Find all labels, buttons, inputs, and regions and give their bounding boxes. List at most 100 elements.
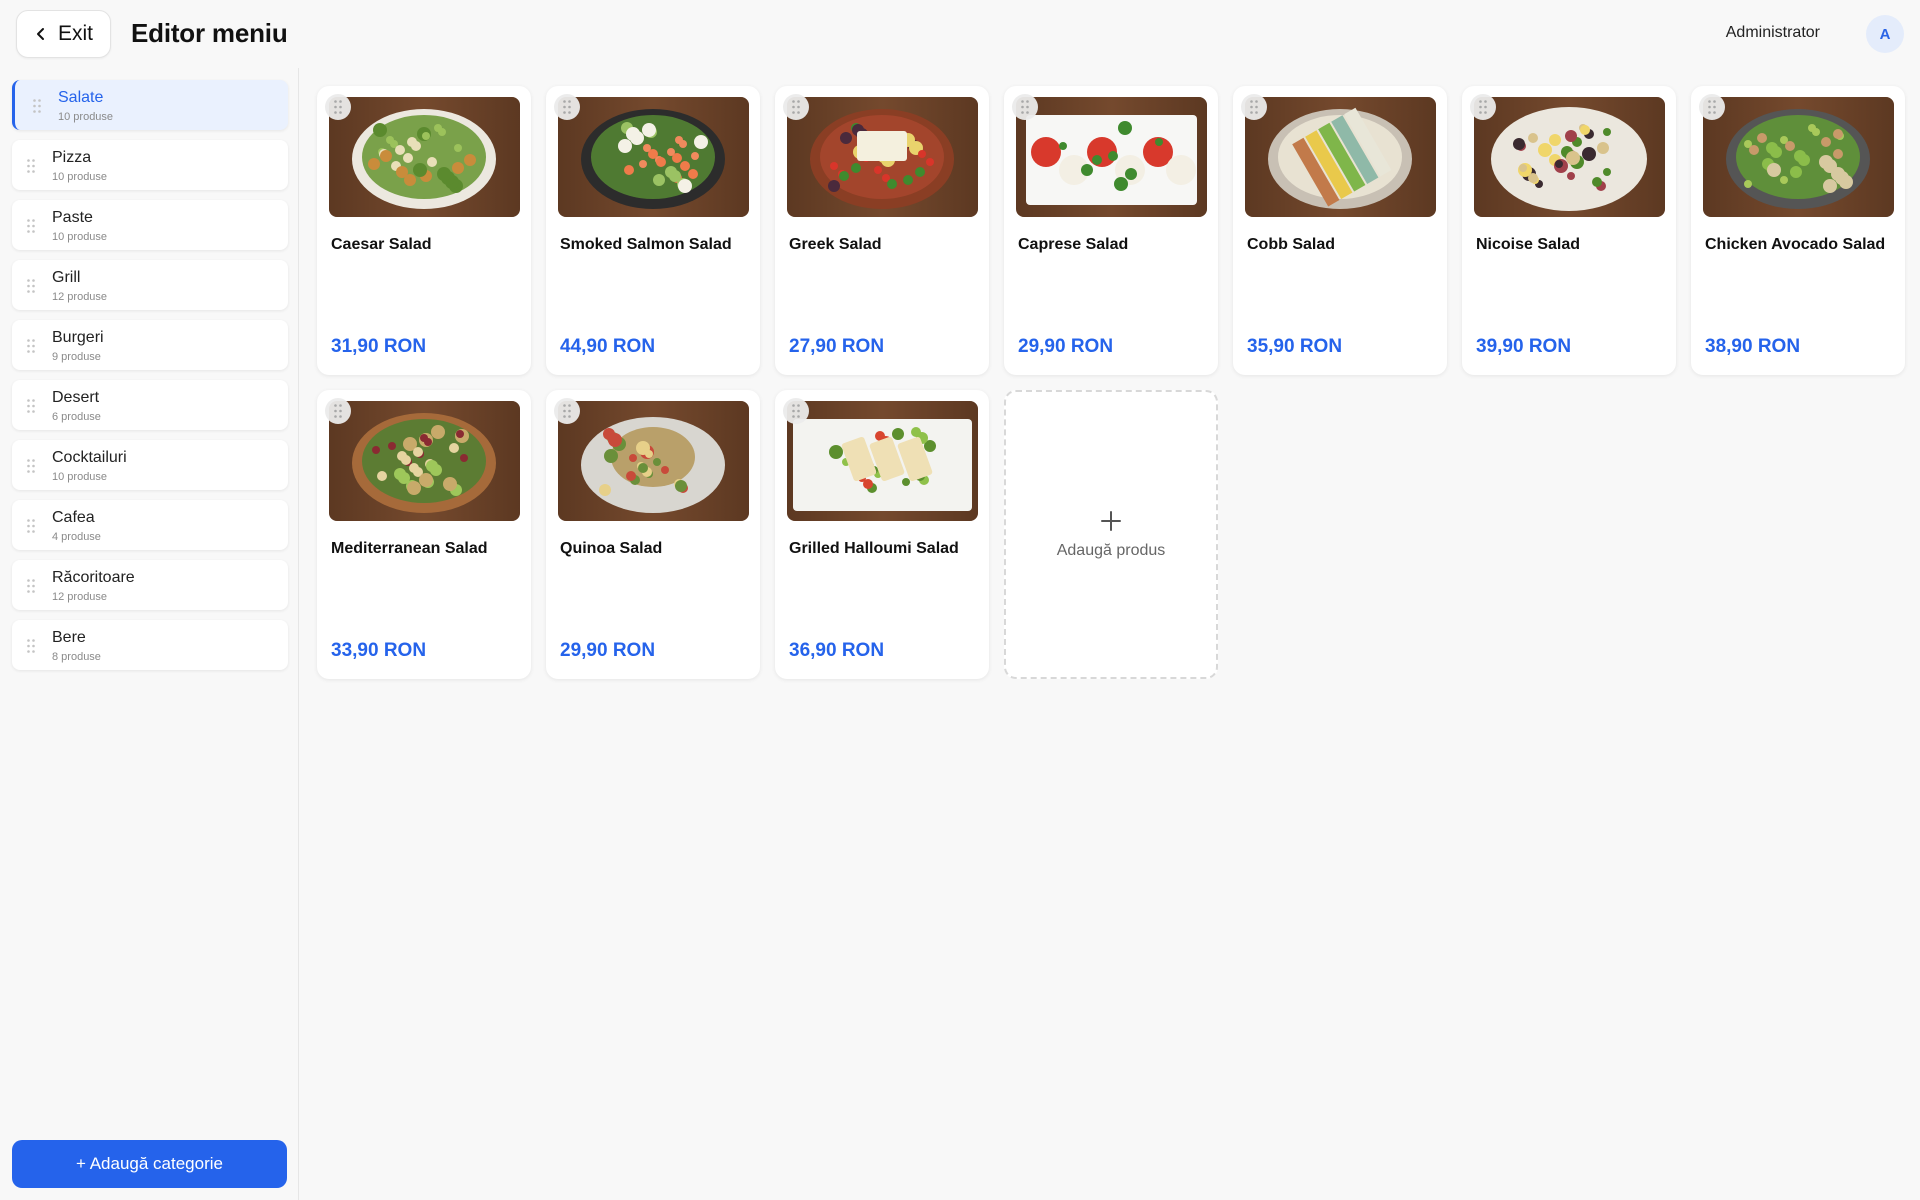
category-name: Cafea	[52, 509, 95, 526]
product-name: Caprese Salad	[1018, 236, 1129, 253]
category-name: Desert	[52, 389, 100, 406]
category-count: 12 produse	[52, 291, 108, 303]
smoked-salmon-salad-photo	[558, 97, 749, 217]
product-name: Caesar Salad	[331, 236, 432, 253]
category-count: 10 produse	[52, 231, 108, 243]
drag-handle-icon[interactable]	[26, 458, 36, 474]
avatar[interactable]: A	[1866, 15, 1904, 53]
product-name: Smoked Salmon Salad	[560, 236, 732, 253]
drag-handle-icon[interactable]	[26, 638, 36, 654]
drag-handle-icon[interactable]	[32, 98, 42, 114]
product-price: 38,90 RON	[1705, 336, 1801, 357]
product-price: 29,90 RON	[560, 640, 656, 661]
product-card[interactable]: Smoked Salmon Salad 44,90 RON	[546, 86, 760, 375]
drag-handle-icon[interactable]	[1241, 94, 1267, 120]
sidebar-item-cafea[interactable]: Cafea 4 produse	[12, 500, 288, 550]
category-count: 10 produse	[52, 171, 108, 183]
product-card[interactable]: Quinoa Salad 29,90 RON	[546, 390, 760, 679]
product-price: 39,90 RON	[1476, 336, 1572, 357]
sidebar-item-cocktailuri[interactable]: Cocktailuri 10 produse	[12, 440, 288, 490]
product-price: 35,90 RON	[1247, 336, 1343, 357]
category-name: Pizza	[52, 149, 92, 166]
chicken-avocado-salad-photo	[1703, 97, 1894, 217]
product-card[interactable]: Caprese Salad 29,90 RON	[1004, 86, 1218, 375]
product-card[interactable]: Nicoise Salad 39,90 RON	[1462, 86, 1676, 375]
page-title: Editor meniu	[131, 18, 288, 48]
sidebar-item-salate[interactable]: Salate 10 produse	[12, 80, 288, 130]
product-card[interactable]: Chicken Avocado Salad 38,90 RON	[1691, 86, 1905, 375]
product-price: 27,90 RON	[789, 336, 885, 357]
product-price: 44,90 RON	[560, 336, 656, 357]
product-card[interactable]: Cobb Salad 35,90 RON	[1233, 86, 1447, 375]
product-card[interactable]: Caesar Salad 31,90 RON	[317, 86, 531, 375]
exit-label: Exit	[57, 22, 93, 45]
category-name: Paste	[52, 209, 93, 226]
category-name: Răcoritoare	[52, 569, 135, 586]
grilled-halloumi-salad-photo	[787, 401, 978, 521]
sidebar-item-burgeri[interactable]: Burgeri 9 produse	[12, 320, 288, 370]
drag-handle-icon[interactable]	[783, 94, 809, 120]
category-name: Cocktailuri	[52, 449, 127, 466]
drag-handle-icon[interactable]	[1012, 94, 1038, 120]
add-category-button[interactable]: + Adaugă categorie	[12, 1140, 287, 1188]
drag-handle-icon[interactable]	[26, 578, 36, 594]
exit-button[interactable]: Exit	[16, 10, 111, 58]
greek-salad-photo	[787, 97, 978, 217]
product-name: Cobb Salad	[1247, 236, 1336, 253]
drag-handle-icon[interactable]	[26, 218, 36, 234]
drag-handle-icon[interactable]	[1470, 94, 1496, 120]
drag-handle-icon[interactable]	[1699, 94, 1725, 120]
top-bar: Exit Editor meniu Administrator A	[0, 0, 1920, 68]
add-product-label: Adaugă produs	[1056, 541, 1166, 559]
product-name: Greek Salad	[789, 236, 882, 253]
nicoise-salad-photo	[1474, 97, 1665, 217]
plus-icon	[1101, 510, 1121, 531]
category-count: 4 produse	[52, 531, 101, 543]
category-count: 10 produse	[52, 471, 108, 483]
sidebar-item-paste[interactable]: Paste 10 produse	[12, 200, 288, 250]
user-name: Administrator	[1725, 24, 1820, 41]
caprese-salad-photo	[1016, 97, 1207, 217]
product-card[interactable]: Mediterranean Salad 33,90 RON	[317, 390, 531, 679]
drag-handle-icon[interactable]	[554, 94, 580, 120]
product-name: Mediterranean Salad	[331, 540, 488, 557]
product-price: 31,90 RON	[331, 336, 427, 357]
sidebar-item-bere[interactable]: Bere 8 produse	[12, 620, 288, 670]
product-name: Chicken Avocado Salad	[1705, 236, 1886, 253]
product-name: Quinoa Salad	[560, 540, 663, 557]
category-name: Bere	[52, 629, 86, 646]
drag-handle-icon[interactable]	[325, 94, 351, 120]
caesar-salad-photo	[329, 97, 520, 217]
product-name: Nicoise Salad	[1476, 236, 1581, 253]
category-count: 10 produse	[58, 111, 114, 123]
drag-handle-icon[interactable]	[26, 158, 36, 174]
product-price: 33,90 RON	[331, 640, 427, 661]
category-sidebar: Salate 10 produse Pizza 10 produse Paste 10…	[0, 68, 299, 1200]
category-name: Burgeri	[52, 329, 104, 346]
drag-handle-icon[interactable]	[783, 398, 809, 424]
sidebar-item-grill[interactable]: Grill 12 produse	[12, 260, 288, 310]
cobb-salad-photo	[1245, 97, 1436, 217]
sidebar-item-pizza[interactable]: Pizza 10 produse	[12, 140, 288, 190]
category-count: 8 produse	[52, 651, 101, 663]
quinoa-salad-photo	[558, 401, 749, 521]
product-card[interactable]: Grilled Halloumi Salad 36,90 RON	[775, 390, 989, 679]
drag-handle-icon[interactable]	[26, 398, 36, 414]
sidebar-item-răcoritoare[interactable]: Răcoritoare 12 produse	[12, 560, 288, 610]
product-card[interactable]: Greek Salad 27,90 RON	[775, 86, 989, 375]
product-grid: Caesar Salad 31,90 RON Smoked Salmon Sala…	[317, 86, 1907, 679]
drag-handle-icon[interactable]	[26, 278, 36, 294]
drag-handle-icon[interactable]	[554, 398, 580, 424]
category-count: 9 produse	[52, 351, 101, 363]
drag-handle-icon[interactable]	[26, 338, 36, 354]
product-price: 29,90 RON	[1018, 336, 1114, 357]
sidebar-item-desert[interactable]: Desert 6 produse	[12, 380, 288, 430]
add-product-card[interactable]: Adaugă produs	[1004, 390, 1218, 679]
drag-handle-icon[interactable]	[26, 518, 36, 534]
category-count: 12 produse	[52, 591, 108, 603]
category-count: 6 produse	[52, 411, 101, 423]
category-name: Grill	[52, 269, 81, 286]
mediterranean-salad-photo	[329, 401, 520, 521]
product-name: Grilled Halloumi Salad	[789, 540, 959, 557]
drag-handle-icon[interactable]	[325, 398, 351, 424]
